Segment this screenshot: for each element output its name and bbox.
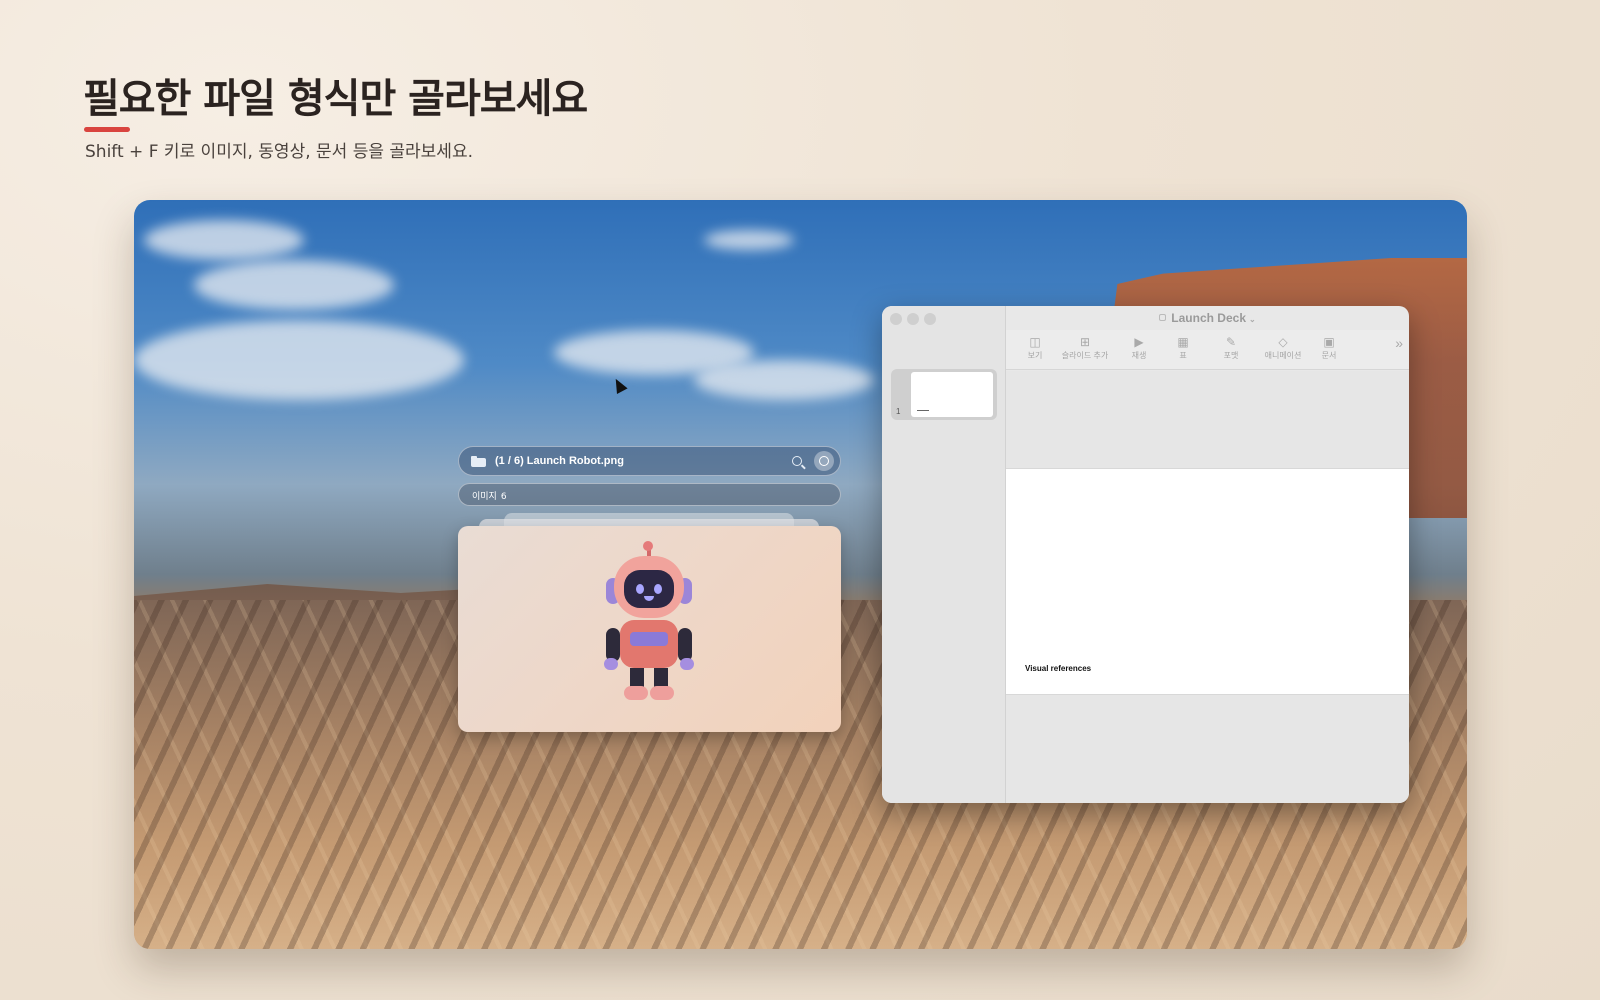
search-icon[interactable] (792, 456, 802, 466)
toolbar-label: 애니메이션 (1264, 351, 1302, 360)
title-underline (84, 127, 130, 132)
image-preview-card[interactable] (458, 526, 841, 732)
chevron-down-icon: ⌄ (1249, 315, 1256, 324)
toolbar-label: 포맷 (1223, 351, 1239, 360)
slide[interactable]: Visual references (1006, 468, 1409, 695)
animate-icon: ◇ (1278, 335, 1288, 349)
toolbar-play-button[interactable]: ▶ 재생 (1128, 334, 1150, 361)
robot-arm (678, 628, 692, 662)
document-icon: ▣ (1323, 335, 1335, 349)
robot-hand (604, 658, 618, 670)
format-icon: ✎ (1225, 335, 1237, 349)
robot-foot (650, 686, 674, 700)
robot-face (624, 570, 674, 608)
robot-eye (636, 584, 644, 594)
cloud (694, 360, 874, 400)
add-slide-icon: ⊞ (1079, 335, 1091, 349)
toolbar-document-button[interactable]: ▣ 문서 (1316, 334, 1342, 361)
zoom-window-button[interactable] (924, 313, 936, 325)
filter-chip[interactable]: 이미지 6 (458, 483, 841, 506)
filter-chip-label: 이미지 (472, 492, 497, 502)
toolbar-format-button[interactable]: ✎ 포맷 (1218, 334, 1244, 361)
slide-thumbnail-image (911, 372, 993, 417)
close-window-button[interactable] (890, 313, 902, 325)
robot-illustration (594, 541, 704, 714)
play-icon: ▶ (1134, 335, 1144, 349)
slide-thumbnail[interactable]: 1 (891, 369, 997, 420)
search-title: (1 / 6) Launch Robot.png (495, 455, 624, 467)
document-icon (1159, 314, 1167, 321)
cloud (704, 230, 794, 250)
filter-icon (819, 456, 829, 466)
robot-eye (654, 584, 662, 594)
mouse-cursor-icon (610, 376, 628, 394)
search-bar[interactable]: (1 / 6) Launch Robot.png (458, 446, 841, 476)
toolbar-label: 문서 (1321, 351, 1337, 360)
toolbar-animate-button[interactable]: ◇ 애니메이션 (1260, 334, 1306, 361)
toolbar-overflow-icon[interactable]: » (1395, 335, 1403, 351)
minimize-window-button[interactable] (907, 313, 919, 325)
robot-arm (606, 628, 620, 662)
slide-navigator: 1 (882, 306, 1006, 803)
toolbar-label: 표 (1179, 351, 1187, 360)
page-title: 필요한 파일 형식만 골라보세요 (83, 76, 588, 122)
toolbar-label: 보기 (1027, 351, 1043, 360)
filter-chip-count: 6 (500, 492, 507, 502)
toolbar-add-slide-button[interactable]: ⊞ 슬라이드 추가 (1056, 334, 1114, 361)
cloud (144, 220, 304, 260)
window-title-label: Launch Deck (1171, 311, 1246, 325)
cloud (194, 260, 394, 310)
toolbar: ◫ 보기 ⊞ 슬라이드 추가 ▶ 재생 ▦ 표 ✎ 포맷 ◇ 애니메이션 ▣ 문… (1006, 330, 1409, 370)
thumbnail-text-line (917, 410, 929, 411)
slide-text[interactable]: Visual references (1025, 664, 1091, 673)
toolbar-label: 슬라이드 추가 (1061, 351, 1109, 360)
desktop-screenshot: (1 / 6) Launch Robot.png 이미지 6 1 Launch … (134, 200, 1467, 949)
window-title[interactable]: Launch Deck ⌄ (1006, 311, 1409, 325)
page-subtitle: Shift + F 키로 이미지, 동영상, 문서 등을 골라보세요. (85, 142, 473, 162)
robot-hand (680, 658, 694, 670)
robot-leg (654, 668, 668, 688)
robot-antenna-ball (643, 541, 653, 551)
table-icon: ▦ (1177, 335, 1189, 349)
robot-foot (624, 686, 648, 700)
robot-leg (630, 668, 644, 688)
folder-icon[interactable] (471, 455, 486, 467)
slide-number: 1 (896, 407, 901, 416)
toolbar-table-button[interactable]: ▦ 표 (1174, 334, 1192, 361)
robot-panel (630, 632, 668, 646)
keynote-window: 1 Launch Deck ⌄ ◫ 보기 ⊞ 슬라이드 추가 ▶ 재생 ▦ 표 … (882, 306, 1409, 803)
view-icon: ◫ (1029, 335, 1041, 349)
slide-canvas: Visual references (1006, 371, 1409, 803)
filter-button[interactable] (814, 451, 834, 471)
cloud (134, 320, 464, 400)
toolbar-view-button[interactable]: ◫ 보기 (1021, 334, 1049, 361)
toolbar-label: 재생 (1131, 351, 1147, 360)
